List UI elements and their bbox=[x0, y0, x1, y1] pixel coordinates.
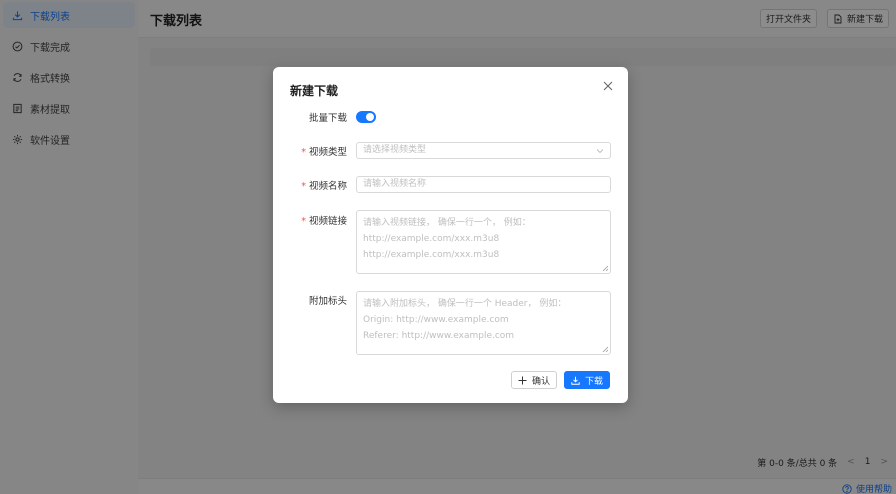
confirm-label: 确认 bbox=[532, 376, 551, 387]
video-name-placeholder: 请输入视频名称 bbox=[363, 179, 427, 189]
resize-handle-icon[interactable] bbox=[602, 346, 609, 353]
dialog-title: 新建下载 bbox=[290, 84, 339, 98]
video-type-select[interactable]: 请选择视频类型 bbox=[356, 142, 611, 159]
plus-icon bbox=[518, 376, 527, 384]
new-download-dialog: 新建下载 批量下载 * 视频类型 请选择视频类型 * 视频名称 请输入视频名称 * 视… bbox=[273, 67, 628, 403]
placeholder-line: http://example.com/xxx.m3u8 bbox=[363, 250, 500, 260]
video-name-label: * 视频名称 bbox=[301, 178, 347, 192]
download-label: 下载 bbox=[585, 376, 604, 387]
video-link-label: * 视频链接 bbox=[301, 213, 347, 227]
video-name-text: 视频名称 bbox=[308, 181, 347, 192]
confirm-button[interactable]: 确认 bbox=[511, 371, 558, 389]
placeholder-line: http://example.com/xxx.m3u8 bbox=[363, 234, 500, 244]
chevron-down-icon bbox=[596, 149, 604, 154]
video-name-input[interactable]: 请输入视频名称 bbox=[356, 176, 611, 193]
headers-textarea[interactable]: 请输入附加标头， 确保一行一个 Header， 例如： Origin: http… bbox=[356, 291, 611, 355]
video-link-textarea[interactable]: 请输入视频链接， 确保一行一个， 例如： http://example.com/… bbox=[356, 210, 611, 274]
required-mark: * bbox=[301, 216, 306, 227]
batch-download-label: 批量下载 bbox=[308, 113, 347, 124]
headers-label: 附加标头 bbox=[308, 296, 347, 307]
video-type-text: 视频类型 bbox=[308, 147, 347, 158]
download-icon bbox=[571, 376, 580, 385]
video-type-placeholder: 请选择视频类型 bbox=[363, 145, 427, 155]
download-button[interactable]: 下载 bbox=[564, 371, 611, 389]
video-type-label: * 视频类型 bbox=[301, 144, 347, 158]
resize-handle-icon[interactable] bbox=[602, 265, 609, 272]
required-mark: * bbox=[301, 147, 306, 158]
video-link-text: 视频链接 bbox=[308, 216, 347, 227]
placeholder-line: 请输入附加标头， 确保一行一个 Header， 例如： bbox=[363, 299, 567, 309]
required-mark: * bbox=[301, 181, 306, 192]
placeholder-line: Referer: http://www.example.com bbox=[363, 331, 515, 341]
batch-download-toggle[interactable] bbox=[356, 111, 376, 123]
placeholder-line: Origin: http://www.example.com bbox=[363, 315, 509, 325]
close-icon[interactable] bbox=[601, 79, 615, 93]
placeholder-line: 请输入视频链接， 确保一行一个， 例如： bbox=[363, 218, 531, 228]
